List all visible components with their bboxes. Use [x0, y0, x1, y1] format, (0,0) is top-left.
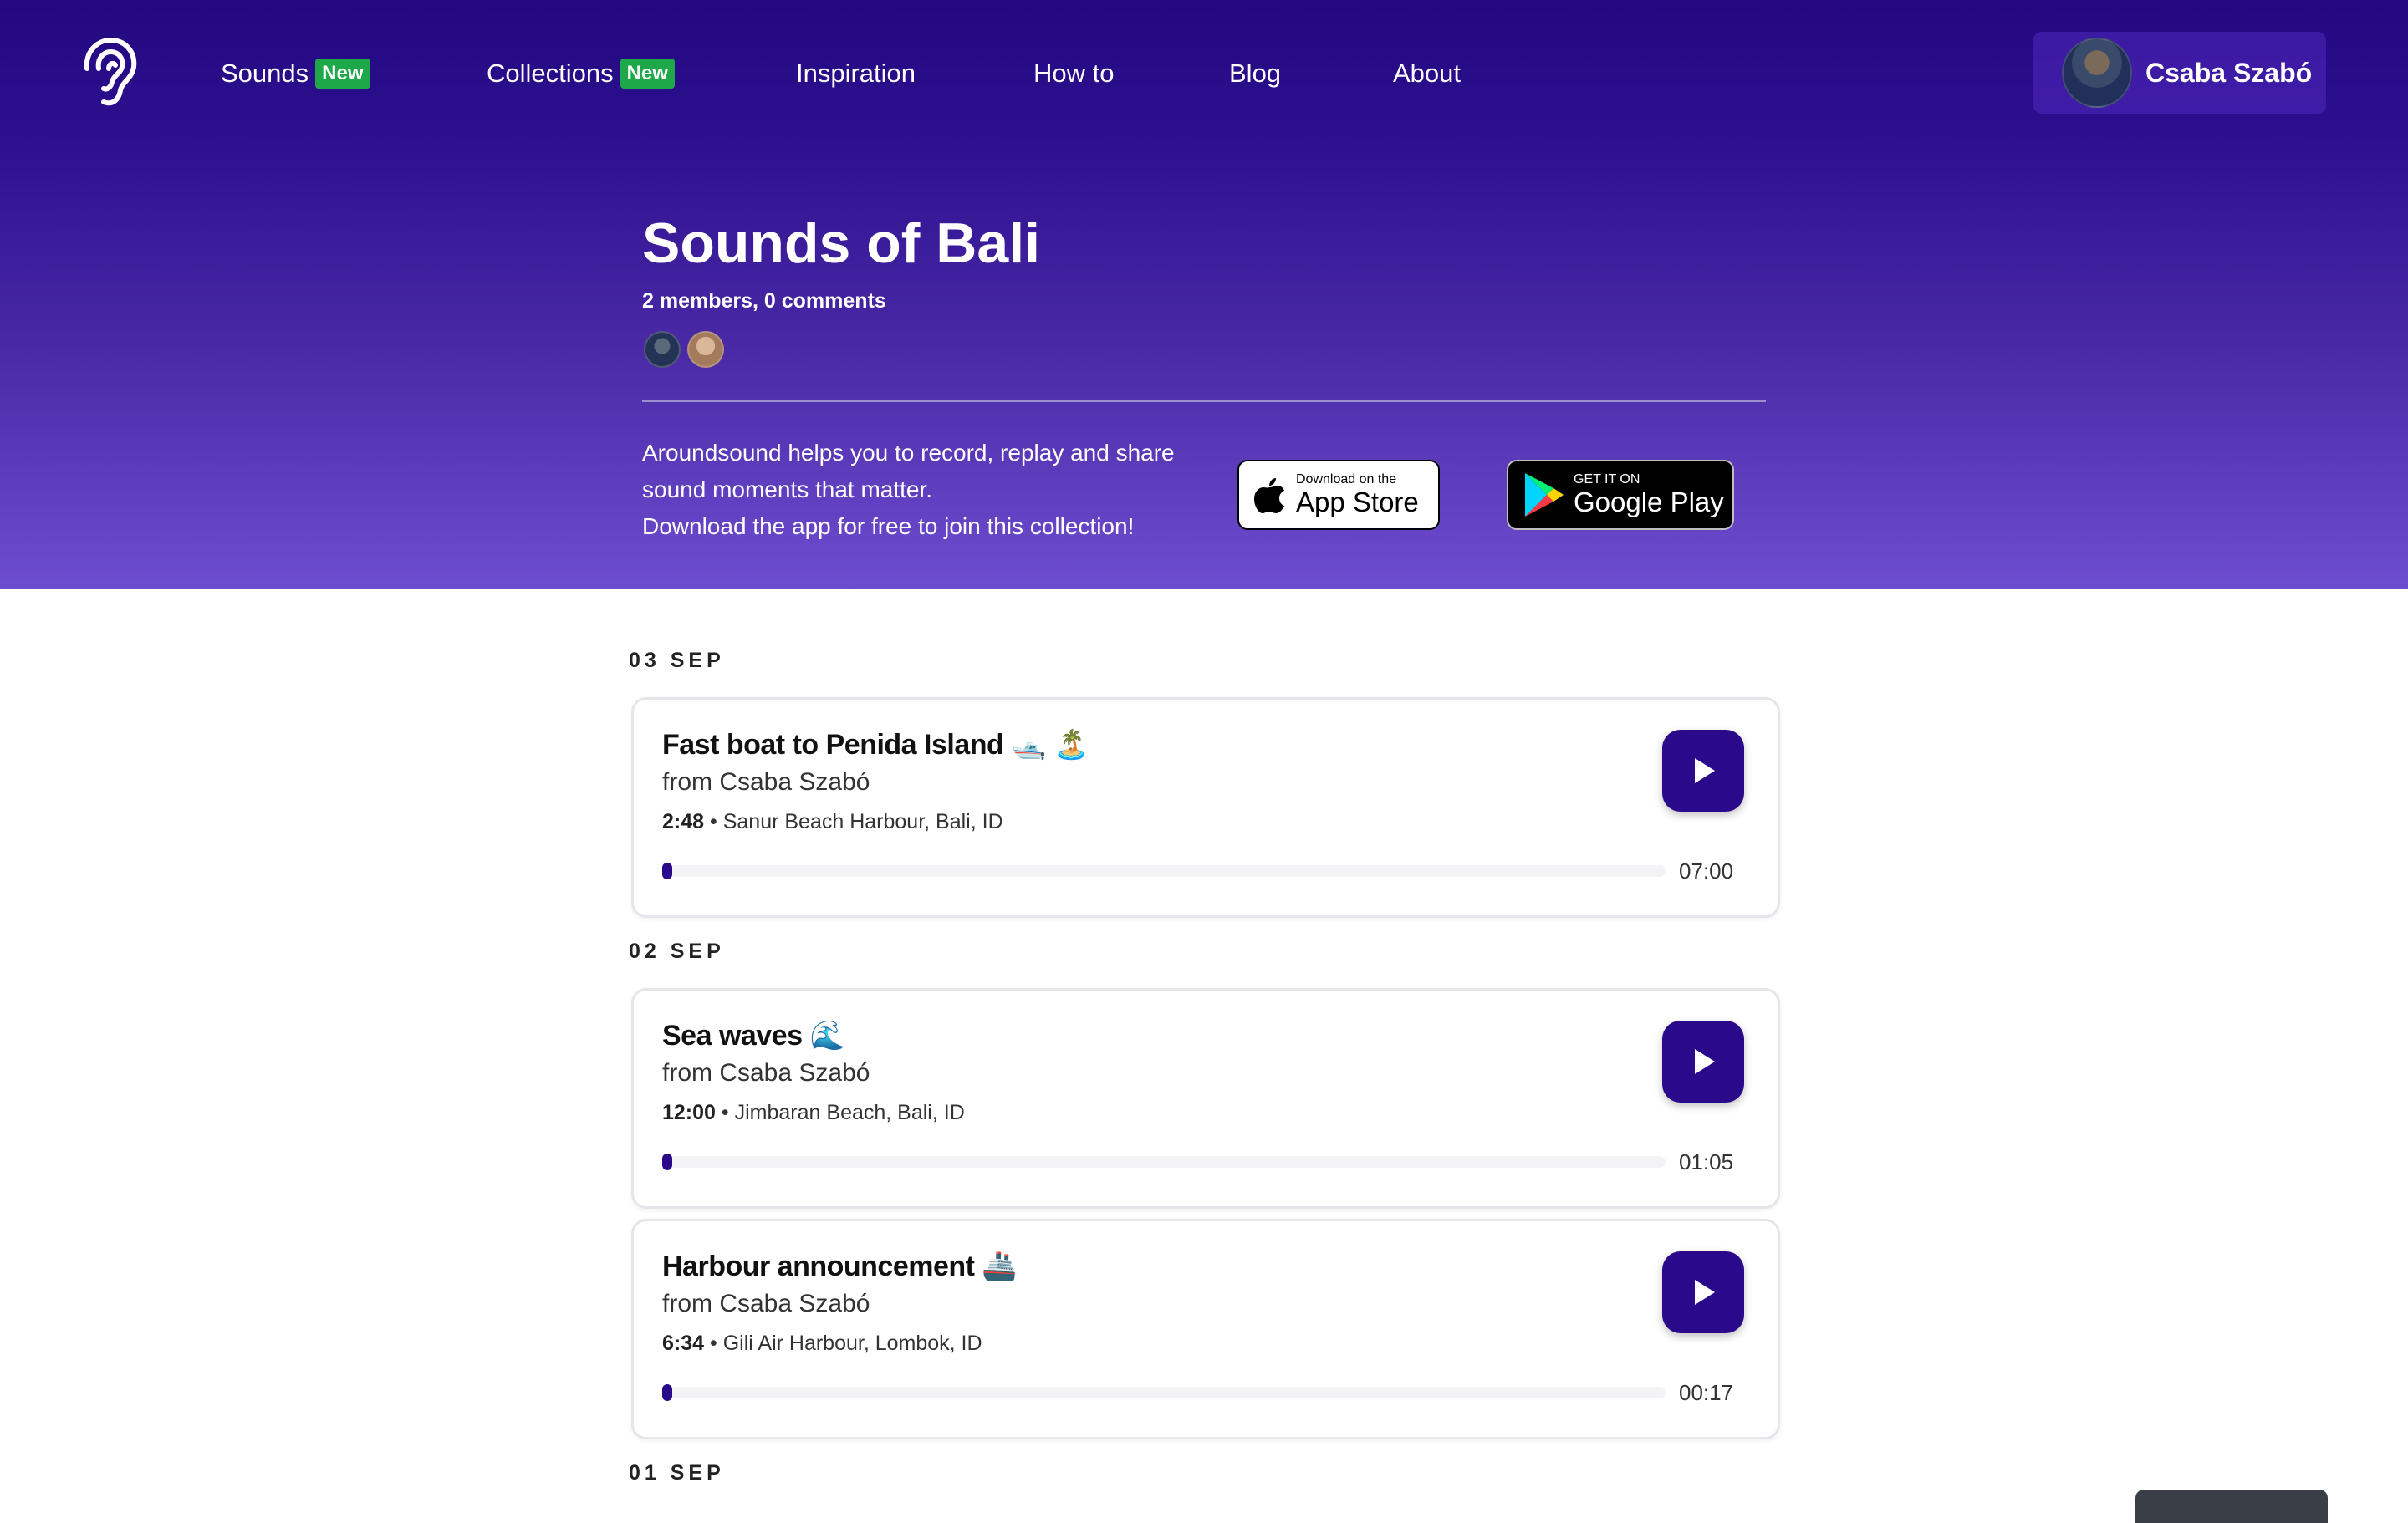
avatar[interactable]: [687, 331, 724, 368]
sound-time: 2:48: [662, 810, 705, 833]
sound-location[interactable]: Gili Air Harbour, Lombok, ID: [723, 1332, 982, 1355]
sound-title[interactable]: Fast boat to Penida Island 🛥️ 🏝️: [662, 728, 1089, 762]
divider: [642, 400, 1766, 402]
sound-title[interactable]: Harbour announcement 🚢: [662, 1250, 1018, 1283]
nav-item-label: Blog: [1229, 59, 1282, 88]
store-caption: GET IT ON: [1574, 472, 1640, 486]
sound-author[interactable]: from Csaba Szabó: [662, 1059, 870, 1087]
nav-item-label: Inspiration: [796, 59, 916, 88]
collection-meta: 2 members, 0 comments: [642, 289, 886, 313]
progress-track[interactable]: [662, 1384, 1666, 1401]
store-name: Google Play: [1574, 486, 1724, 517]
sound-time: 6:34: [662, 1332, 705, 1355]
progress-fill: [662, 1384, 672, 1401]
day-label: 01 SEP: [629, 1461, 725, 1485]
nav-item-label: Sounds: [221, 59, 309, 88]
play-icon: [1695, 758, 1715, 783]
sound-info: 12:00 • Jimbaran Beach, Bali, ID: [662, 1101, 965, 1125]
sound-info: 6:34 • Gili Air Harbour, Lombok, ID: [662, 1332, 982, 1356]
progress-fill: [662, 863, 672, 879]
sound-title[interactable]: Sea waves 🌊: [662, 1019, 845, 1052]
sound-author[interactable]: from Csaba Szabó: [662, 768, 870, 797]
nav-item-label: About: [1393, 59, 1462, 88]
day-label: 02 SEP: [629, 940, 725, 963]
app-store-button[interactable]: Download on the App Store: [1237, 460, 1440, 530]
ear-logo-icon[interactable]: [77, 35, 140, 110]
nav-item-about[interactable]: About: [1393, 57, 1461, 90]
sound-card[interactable]: Fast boat to Penida Island 🛥️ 🏝️ from Cs…: [631, 697, 1780, 918]
play-icon: [1695, 1280, 1715, 1305]
nav-item-how-to[interactable]: How to: [1033, 57, 1114, 90]
sound-info: 2:48 • Sanur Beach Harbour, Bali, ID: [662, 810, 1003, 834]
new-badge: New: [620, 59, 675, 89]
sound-location[interactable]: Sanur Beach Harbour, Bali, ID: [723, 810, 1003, 833]
nav-item-sounds[interactable]: Sounds New: [221, 57, 370, 90]
progress-track[interactable]: [662, 863, 1666, 879]
avatar: [2062, 38, 2132, 108]
sound-card[interactable]: Harbour announcement 🚢 from Csaba Szabó …: [631, 1219, 1780, 1439]
apple-icon: [1254, 478, 1284, 513]
play-button[interactable]: [1662, 730, 1744, 812]
store-caption: Download on the: [1296, 472, 1397, 486]
nav-item-label: Collections: [487, 59, 614, 88]
sound-time: 12:00: [662, 1101, 716, 1124]
play-button[interactable]: [1662, 1251, 1744, 1333]
sound-author[interactable]: from Csaba Szabó: [662, 1290, 870, 1318]
nav-item-label: How to: [1033, 59, 1115, 88]
sound-duration: 01:05: [1679, 1149, 1734, 1174]
nav-item-blog[interactable]: Blog: [1229, 57, 1281, 90]
sound-duration: 00:17: [1679, 1380, 1734, 1405]
play-icon: [1695, 1049, 1715, 1074]
promo-line: Aroundsound helps you to record, replay …: [642, 440, 1175, 466]
nav-item-inspiration[interactable]: Inspiration: [796, 57, 916, 90]
separator: •: [721, 1101, 729, 1124]
user-menu-button[interactable]: Csaba Szabó: [2033, 32, 2326, 114]
sound-card[interactable]: Sea waves 🌊 from Csaba Szabó 12:00 • Jim…: [631, 988, 1780, 1209]
promo-line: sound moments that matter.: [642, 476, 933, 502]
promo-text: Aroundsound helps you to record, replay …: [642, 435, 1177, 545]
separator: •: [710, 810, 717, 833]
promo-line: Download the app for free to join this c…: [642, 513, 1135, 539]
nav-item-collections[interactable]: Collections New: [487, 57, 675, 90]
sound-location[interactable]: Jimbaran Beach, Bali, ID: [735, 1101, 965, 1124]
user-name: Csaba Szabó: [2145, 57, 2313, 88]
avatar[interactable]: [644, 331, 681, 368]
member-avatars: [644, 331, 731, 368]
progress-fill: [662, 1154, 672, 1170]
separator: •: [710, 1332, 717, 1355]
new-badge: New: [315, 59, 370, 89]
play-button[interactable]: [1662, 1021, 1744, 1103]
feedback-tab[interactable]: [2135, 1490, 2328, 1523]
sound-duration: 07:00: [1679, 858, 1734, 884]
day-label: 03 SEP: [629, 649, 725, 672]
store-name: App Store: [1296, 486, 1419, 517]
google-play-button[interactable]: GET IT ON Google Play: [1507, 460, 1734, 530]
progress-track[interactable]: [662, 1154, 1666, 1170]
page-title: Sounds of Bali: [642, 211, 1040, 275]
google-play-icon: [1525, 473, 1564, 517]
